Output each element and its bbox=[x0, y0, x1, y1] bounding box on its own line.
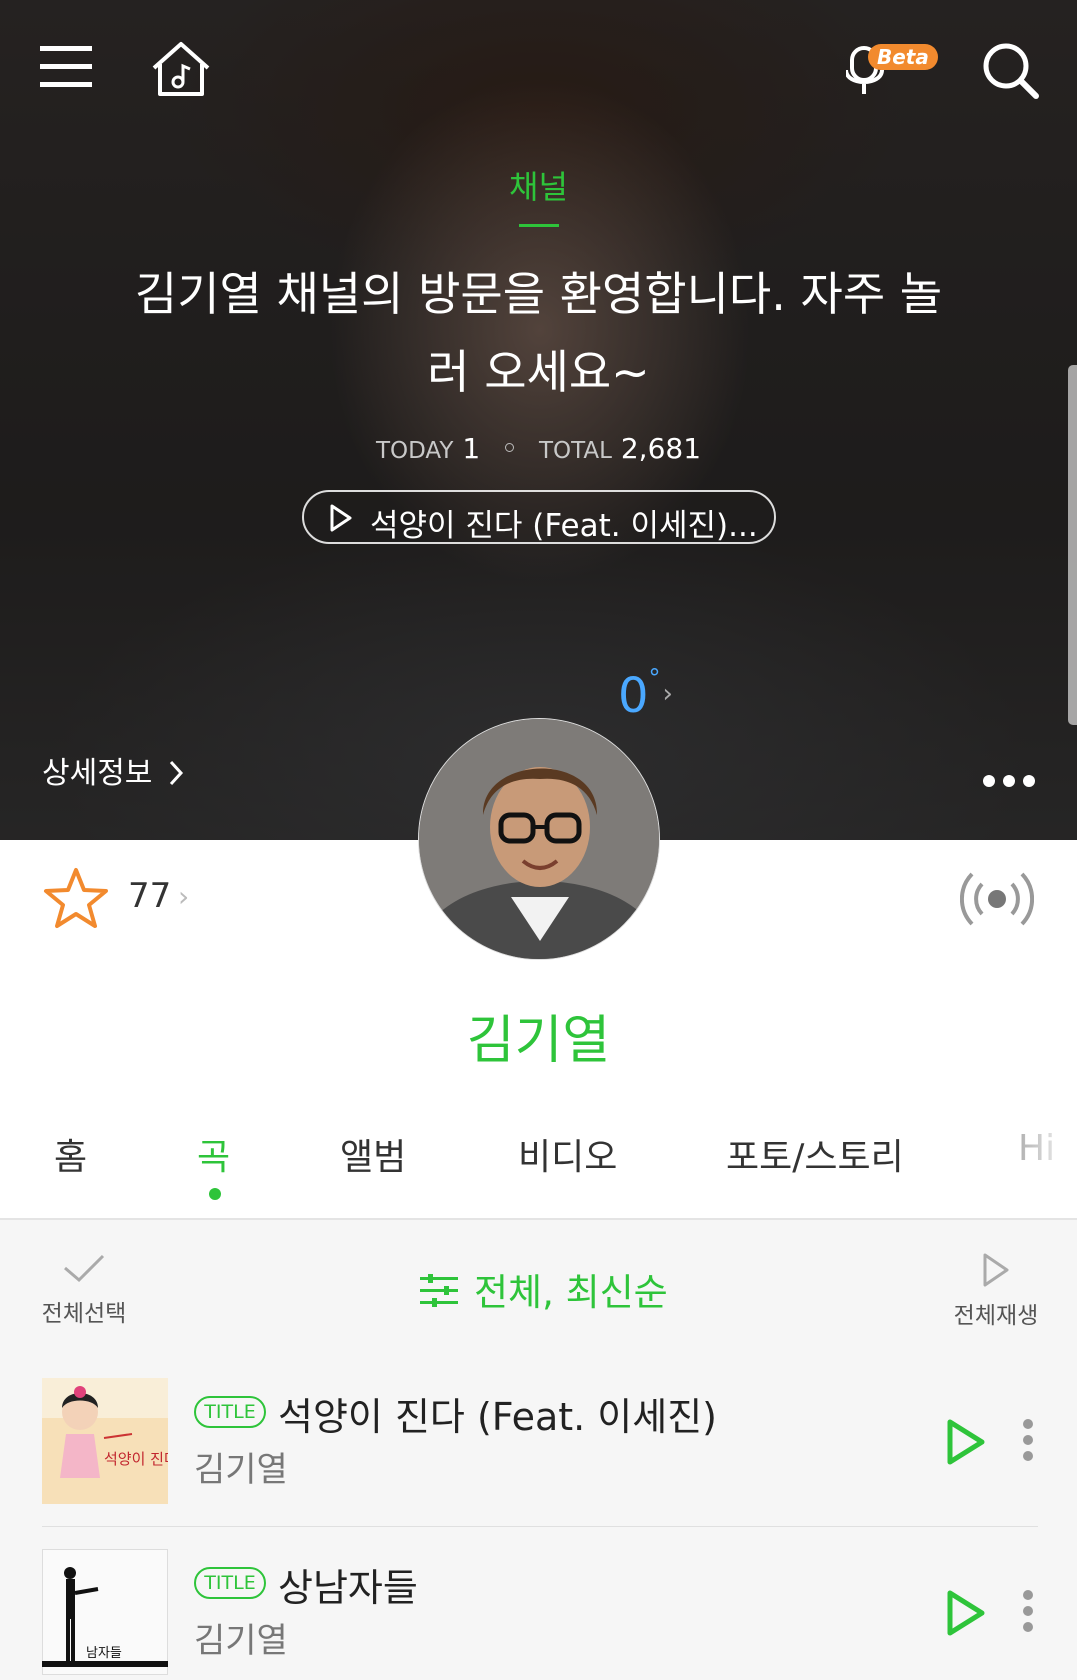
filter-label: 전체, 최신순 bbox=[474, 1271, 668, 1314]
play-icon bbox=[330, 504, 352, 532]
album-art: 석양이 진다 bbox=[42, 1378, 168, 1504]
select-all-button[interactable]: 전체선택 bbox=[34, 1252, 134, 1328]
radio-broadcast-icon[interactable] bbox=[960, 868, 1034, 930]
play-icon[interactable] bbox=[944, 1589, 988, 1637]
album-title-art: 남자들 bbox=[86, 1646, 122, 1661]
voice-search-beta-icon[interactable]: Beta bbox=[846, 42, 938, 98]
song-artist: 김기열 bbox=[194, 1621, 288, 1661]
kebab-icon[interactable] bbox=[1022, 1589, 1034, 1633]
tab-albums[interactable]: 앨범 bbox=[340, 1128, 406, 1180]
select-all-label: 전체선택 bbox=[41, 1301, 127, 1327]
search-icon[interactable] bbox=[982, 42, 1040, 100]
scroll-handle[interactable] bbox=[1068, 365, 1077, 725]
title-badge: TITLE bbox=[194, 1396, 266, 1428]
beta-badge: Beta bbox=[868, 44, 938, 70]
song-title: 석양이 진다 (Feat. 이세진) bbox=[278, 1395, 717, 1439]
temperature-unit: ° bbox=[648, 664, 661, 692]
total-label: TOTAL bbox=[538, 438, 612, 464]
today-count: 1 bbox=[462, 432, 481, 465]
home-music-icon[interactable] bbox=[150, 40, 212, 98]
featured-song-button[interactable]: 석양이 진다 (Feat. 이세진)... bbox=[302, 490, 776, 544]
tab-home[interactable]: 홈 bbox=[54, 1128, 87, 1180]
welcome-message: 김기열 채널의 방문을 환영합니다. 자주 놀러 오세요~ bbox=[134, 267, 943, 399]
kebab-icon[interactable] bbox=[1022, 1418, 1034, 1462]
filter-sliders-icon bbox=[420, 1273, 458, 1307]
title-badge: TITLE bbox=[194, 1567, 266, 1599]
hero-background-photo bbox=[0, 0, 1077, 840]
checkmark-icon bbox=[64, 1254, 105, 1283]
album-title-art: 석양이 진다 bbox=[104, 1450, 168, 1468]
song-title: 상남자들 bbox=[278, 1566, 418, 1610]
star-icon[interactable] bbox=[42, 866, 110, 930]
tab-videos[interactable]: 비디오 bbox=[518, 1128, 617, 1180]
channel-underline bbox=[519, 224, 559, 227]
tab-songs[interactable]: 곡 bbox=[197, 1128, 230, 1180]
song-artist: 김기열 bbox=[194, 1450, 288, 1490]
tab-photo-story[interactable]: 포토/스토리 bbox=[726, 1128, 904, 1180]
channel-tabs: 홈 곡 앨범 비디오 포토/스토리 Hi bbox=[0, 1118, 1077, 1218]
favorite-count[interactable]: 77 bbox=[128, 876, 171, 916]
album-cover[interactable]: 남자들 bbox=[42, 1549, 168, 1675]
chevron-right-icon: › bbox=[662, 679, 673, 709]
more-dots-icon[interactable] bbox=[982, 774, 1036, 788]
song-row[interactable]: 남자들 TITLE 상남자들 김기열 bbox=[42, 1549, 1038, 1677]
channel-hero: Beta 채널 김기열 채널의 방문을 환영합니다. 자주 놀러 오세요~ TO… bbox=[0, 0, 1077, 840]
album-art: 남자들 bbox=[42, 1549, 168, 1675]
detail-info-label: 상세정보 bbox=[42, 756, 153, 791]
count-separator bbox=[505, 443, 515, 452]
row-divider bbox=[42, 1526, 1038, 1527]
artist-name: 김기열 bbox=[466, 1011, 611, 1071]
today-label: TODAY bbox=[375, 438, 454, 464]
artist-photo bbox=[419, 719, 659, 959]
detail-info-link[interactable]: 상세정보 bbox=[42, 748, 184, 792]
active-tab-indicator bbox=[209, 1188, 221, 1200]
play-all-button[interactable]: 전체재생 bbox=[946, 1252, 1046, 1330]
featured-song-title: 석양이 진다 (Feat. 이세진)... bbox=[370, 508, 758, 544]
visitor-counts: TODAY 1 TOTAL 2,681 bbox=[0, 432, 1077, 465]
tab-scroll-fade bbox=[1000, 1118, 1077, 1188]
channel-label: 채널 bbox=[509, 168, 568, 206]
play-all-label: 전체재생 bbox=[953, 1303, 1039, 1329]
avatar[interactable] bbox=[418, 718, 660, 960]
album-cover[interactable]: 석양이 진다 bbox=[42, 1378, 168, 1504]
menu-icon[interactable] bbox=[40, 46, 92, 88]
play-icon bbox=[983, 1253, 1009, 1287]
chevron-right-icon bbox=[169, 760, 183, 785]
total-count: 2,681 bbox=[620, 432, 702, 465]
song-row[interactable]: 석양이 진다 TITLE 석양이 진다 (Feat. 이세진) 김기열 bbox=[42, 1378, 1038, 1506]
play-icon[interactable] bbox=[944, 1418, 988, 1466]
chevron-right-icon: › bbox=[178, 880, 190, 913]
temperature-value: 0 bbox=[618, 668, 649, 724]
sort-filter-button[interactable]: 전체, 최신순 bbox=[420, 1262, 668, 1316]
temperature-link[interactable]: 0°› bbox=[618, 664, 673, 724]
